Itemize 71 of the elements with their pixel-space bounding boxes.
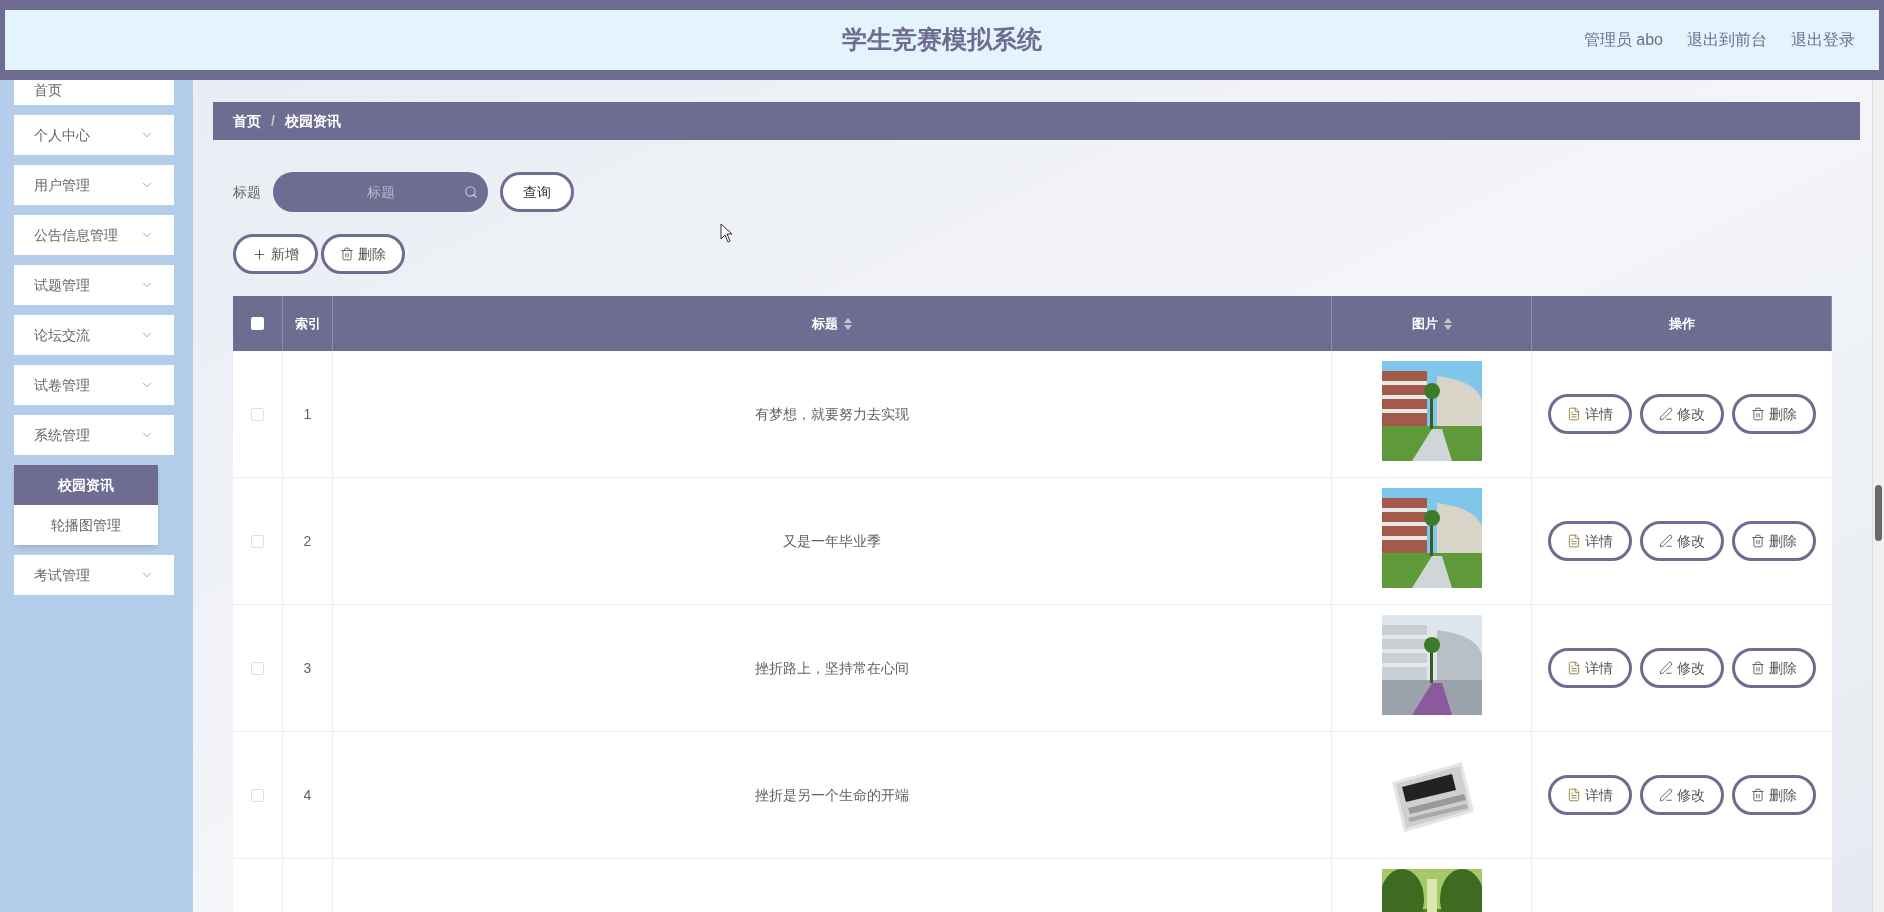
edit-button[interactable]: 修改 xyxy=(1640,775,1724,815)
delete-button[interactable]: 删除 xyxy=(1732,521,1816,561)
title-cell-text: 挫折是另一个生命的开端 xyxy=(755,785,909,805)
site-title: 学生竞赛模拟系统 xyxy=(842,24,1042,56)
sidebar-item[interactable]: 公告信息管理 xyxy=(14,215,174,255)
sidebar-item[interactable]: 论坛交流 xyxy=(14,315,174,355)
document-icon xyxy=(1567,661,1581,675)
breadcrumb-link[interactable]: 首页 xyxy=(233,110,261,132)
pen-icon xyxy=(1659,407,1673,421)
plus-icon xyxy=(252,246,267,262)
header-link[interactable]: 管理员 abo xyxy=(1583,28,1663,52)
sidebar-item[interactable]: 试题管理 xyxy=(14,265,174,305)
breadcrumb-separator: / xyxy=(271,111,275,131)
header-link[interactable]: 退出到前台 xyxy=(1687,28,1767,52)
detail-button[interactable]: 详情 xyxy=(1548,394,1632,434)
trash-icon xyxy=(1751,534,1765,548)
index-cell-text: 4 xyxy=(303,785,312,805)
sidebar-item[interactable]: 个人中心 xyxy=(14,115,174,155)
row-checkbox[interactable] xyxy=(251,534,264,548)
cursor-icon xyxy=(720,223,734,243)
sidebar-item[interactable]: 首页 xyxy=(14,80,174,105)
row-checkbox[interactable] xyxy=(251,788,264,802)
add-button[interactable]: 新增 xyxy=(233,234,318,274)
submenu-item[interactable]: 轮播图管理 xyxy=(14,505,158,545)
sidebar-item[interactable]: 试卷管理 xyxy=(14,365,174,405)
edit-button[interactable]: 修改 xyxy=(1640,521,1724,561)
trash-icon xyxy=(1751,407,1765,421)
column-header[interactable]: 标题 xyxy=(333,296,1332,351)
delete-button[interactable]: 删除 xyxy=(321,234,405,274)
document-icon xyxy=(1567,534,1581,548)
title-cell-text: 挫折路上，坚持常在心间 xyxy=(755,658,909,678)
search-field[interactable]: 标题 xyxy=(273,172,488,212)
trash-icon xyxy=(340,247,354,261)
row-checkbox[interactable] xyxy=(251,407,264,421)
query-button[interactable]: 查询 xyxy=(500,172,574,212)
scrollbar-thumb[interactable] xyxy=(1875,485,1882,541)
sidebar-item[interactable]: 考试管理 xyxy=(14,555,174,595)
sort-icon xyxy=(1443,317,1452,330)
detail-button[interactable]: 详情 xyxy=(1548,521,1632,561)
sidebar-item[interactable]: 系统管理 xyxy=(14,415,174,455)
delete-button[interactable]: 删除 xyxy=(1732,775,1816,815)
pen-icon xyxy=(1659,661,1673,675)
index-cell-text: 3 xyxy=(303,658,312,678)
row-checkbox[interactable] xyxy=(251,661,264,675)
document-icon xyxy=(1567,788,1581,802)
breadcrumb-current: 校园资讯 xyxy=(284,111,341,131)
sort-icon xyxy=(844,317,852,330)
index-cell-text: 1 xyxy=(303,404,312,424)
search-icon xyxy=(464,185,478,199)
trash-icon xyxy=(1751,661,1765,675)
detail-button[interactable]: 详情 xyxy=(1548,775,1632,815)
sidebar-item[interactable]: 用户管理 xyxy=(14,165,174,205)
select-all-checkbox[interactable] xyxy=(251,317,264,330)
column-header[interactable]: 图片 xyxy=(1332,296,1532,351)
title-cell-text: 有梦想，就要努力去实现 xyxy=(755,404,909,424)
edit-button[interactable]: 修改 xyxy=(1640,394,1724,434)
index-cell-text: 2 xyxy=(303,531,312,551)
column-header: 索引 xyxy=(283,296,333,351)
detail-button[interactable]: 详情 xyxy=(1548,648,1632,688)
header-link[interactable]: 退出登录 xyxy=(1791,28,1855,52)
delete-button[interactable]: 删除 xyxy=(1732,648,1816,688)
document-icon xyxy=(1567,407,1581,421)
search-label: 标题 xyxy=(233,182,261,202)
pen-icon xyxy=(1659,788,1673,802)
submenu-item[interactable]: 校园资讯 xyxy=(14,465,158,505)
title-cell-text: 又是一年毕业季 xyxy=(783,531,881,551)
pen-icon xyxy=(1659,534,1673,548)
delete-button[interactable]: 删除 xyxy=(1732,394,1816,434)
column-header: 操作 xyxy=(1532,296,1832,351)
trash-icon xyxy=(1751,788,1765,802)
edit-button[interactable]: 修改 xyxy=(1640,648,1724,688)
